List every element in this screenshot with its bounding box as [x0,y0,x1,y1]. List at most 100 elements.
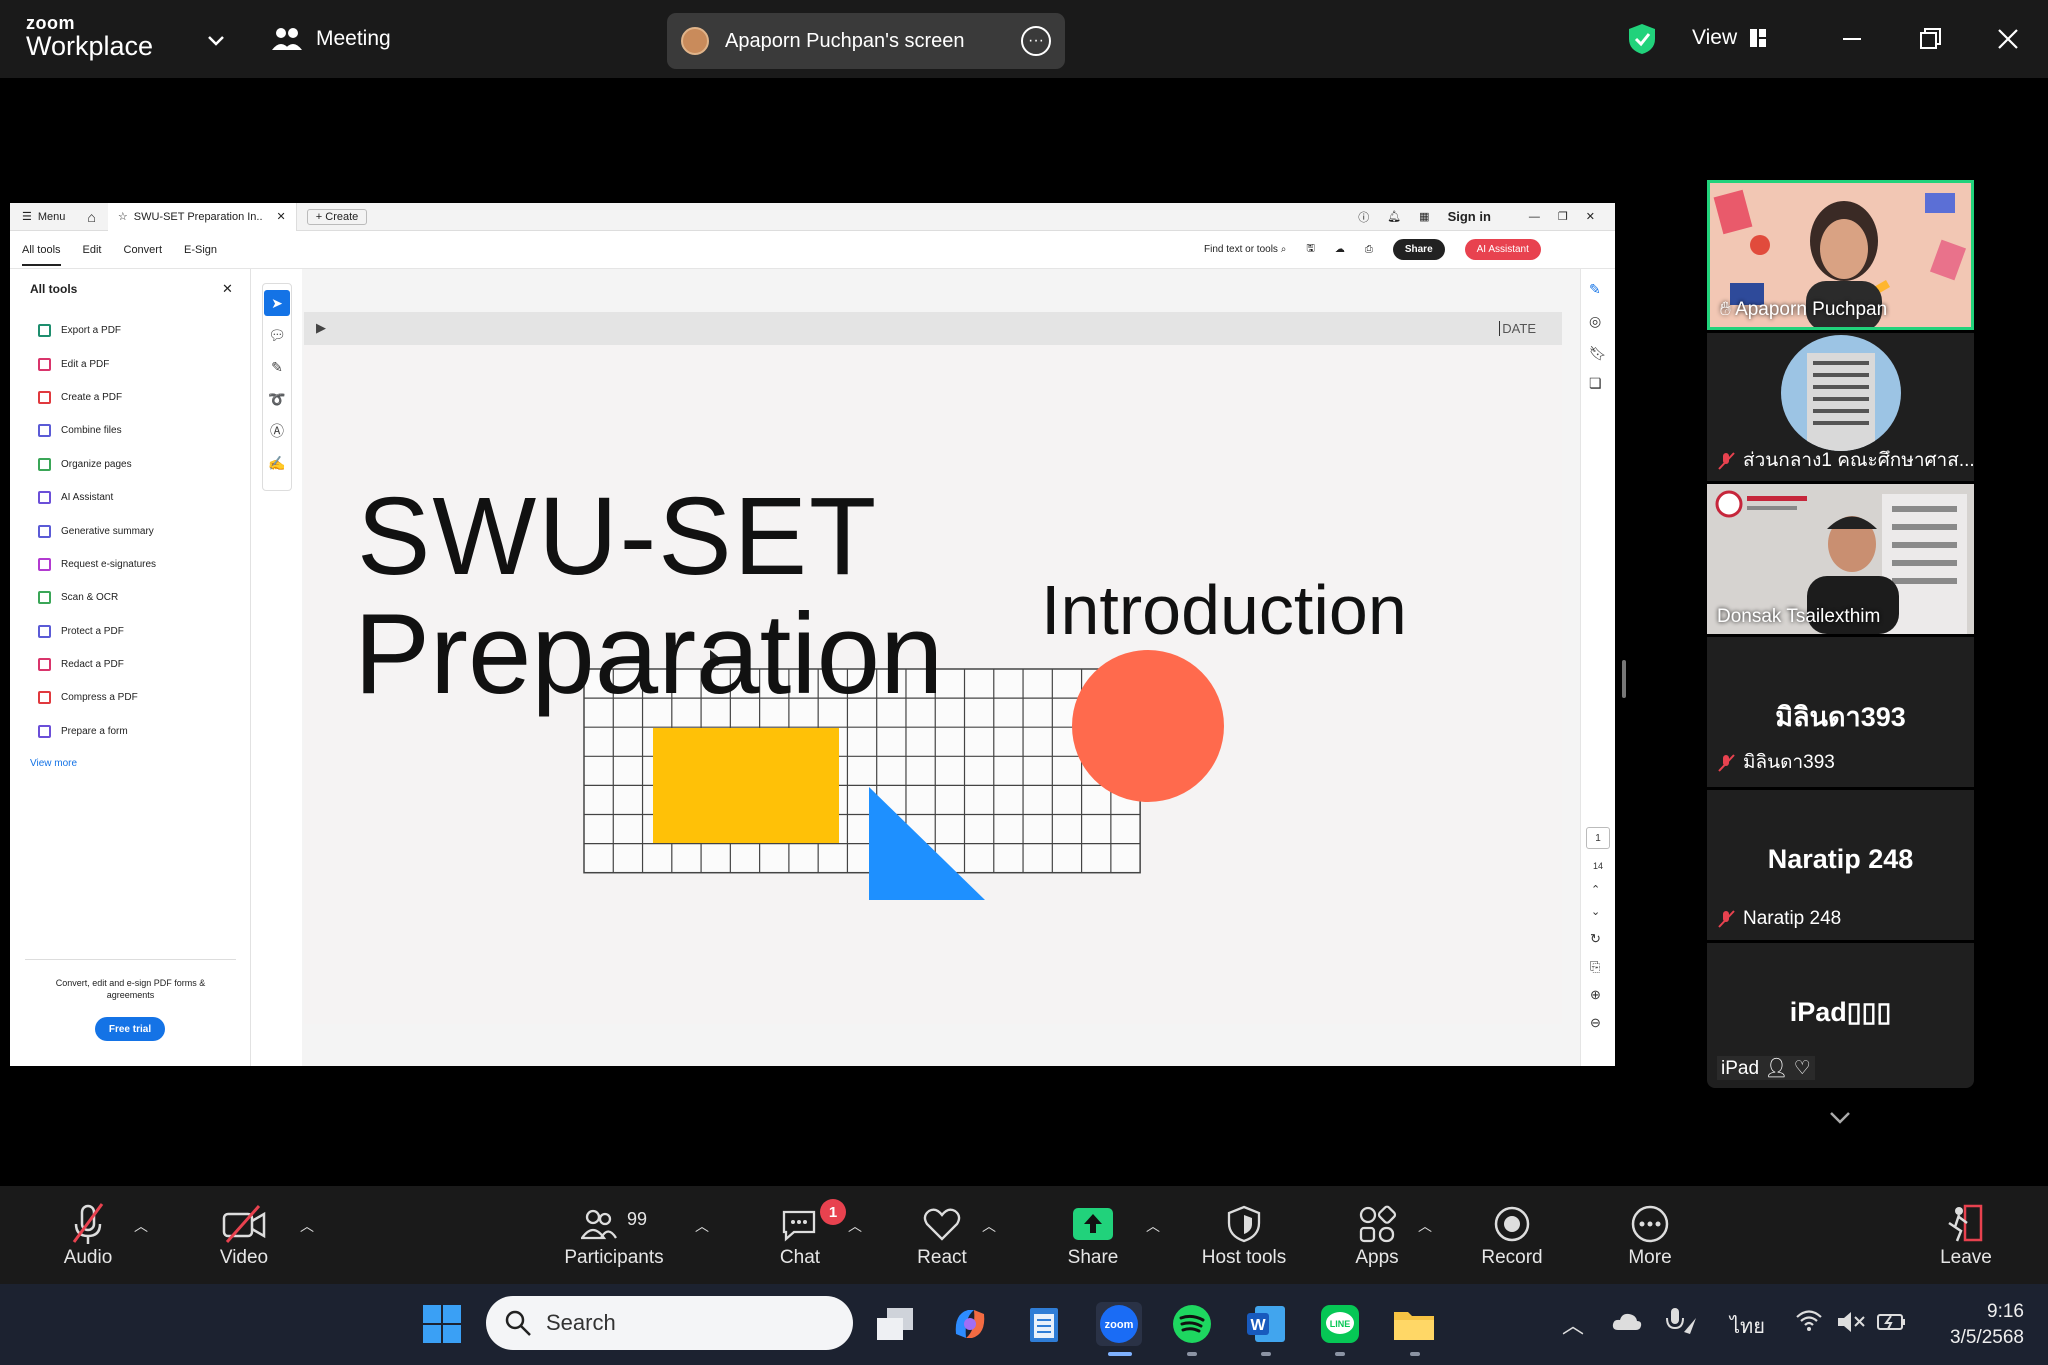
play-icon[interactable]: ▶ [316,320,326,336]
zoom-taskbar-icon[interactable]: zoom [1096,1302,1142,1346]
participants-button[interactable]: 99 Participants [556,1186,672,1284]
page-down-icon[interactable]: ⌄ [1591,905,1600,918]
tool-item[interactable]: Create a PDF [10,381,251,414]
tool-item[interactable]: Generative summary [10,514,251,547]
line-app-icon[interactable]: LINE [1318,1302,1362,1346]
audio-tile-naratip[interactable]: Naratip 248 Naratip 248 [1707,790,1974,940]
page-number-input[interactable]: 1 [1586,827,1610,849]
tool-item[interactable]: Edit a PDF [10,347,251,380]
ai-assistant-button[interactable]: AI Assistant [1464,239,1541,260]
acrobat-menu-button[interactable]: ☰ Menu [22,210,65,224]
onedrive-icon[interactable] [1612,1310,1642,1337]
bell-icon[interactable]: 🔔︎ [1387,210,1401,223]
tool-item[interactable]: Organize pages [10,448,251,481]
draw-freehand-icon[interactable]: ➰ [264,386,290,412]
audio-tile-milinda[interactable]: มิลินดา393 มิลินดา393 [1707,637,1974,787]
participants-caret-icon[interactable]: ︿ [695,1216,709,1236]
help-icon[interactable]: ⓘ [1358,209,1369,225]
menu-esign[interactable]: E-Sign [184,244,217,266]
restore-icon[interactable] [1913,22,1947,56]
spotify-icon[interactable] [1170,1302,1214,1346]
create-tab-button[interactable]: + Create [306,208,368,225]
wifi-icon[interactable] [1795,1308,1823,1337]
highlight-pen-icon[interactable]: ✎ [264,354,290,380]
chat-button[interactable]: 1 Chat [764,1186,846,1284]
chevron-down-icon[interactable] [204,28,228,52]
home-icon[interactable]: ⌂ [87,209,95,225]
audio-options-caret-icon[interactable]: ︿ [134,1216,148,1236]
apps-button[interactable]: Apps [1342,1186,1412,1284]
tool-item[interactable]: Redact a PDF [10,648,251,681]
menu-edit[interactable]: Edit [83,244,102,266]
tool-item[interactable]: AI Assistant [10,481,251,514]
tab-close-icon[interactable]: ✕ [277,210,286,223]
rail-bookmark-icon[interactable]: 🔖︎ [1589,345,1607,362]
page-up-icon[interactable]: ⌃ [1591,883,1600,896]
sign-icon[interactable]: ✍ [264,450,290,476]
tool-item[interactable]: Request e-signatures [10,548,251,581]
page-fit-icon[interactable]: ⎘ [1590,959,1600,975]
video-options-caret-icon[interactable]: ︿ [300,1216,314,1236]
minimize-icon[interactable] [1835,22,1869,56]
panel-close-icon[interactable]: ✕ [222,281,233,297]
find-field[interactable]: Find text or tools ⌕ [1204,244,1286,255]
notepad-icon[interactable] [1022,1302,1066,1346]
battery-charging-icon[interactable] [1876,1310,1908,1339]
leave-button[interactable]: Leave [1928,1186,2004,1284]
view-button[interactable]: View [1692,26,1767,50]
more-button[interactable]: More [1612,1186,1688,1284]
sign-in-link[interactable]: Sign in [1448,209,1491,224]
doc-maximize-icon[interactable]: ❐ [1558,210,1568,223]
apps-caret-icon[interactable]: ︿ [1418,1216,1432,1236]
tool-item[interactable]: Prepare a form [10,715,251,748]
chat-caret-icon[interactable]: ︿ [848,1216,862,1236]
menu-convert[interactable]: Convert [124,244,163,266]
taskbar-clock[interactable]: 9:16 3/5/2568 [1920,1299,2024,1351]
audio-button[interactable]: Audio [50,1186,126,1284]
video-tile-apaporn[interactable]: ✋︎ Apaporn Puchpan [1707,180,1974,330]
file-explorer-icon[interactable] [1392,1302,1436,1346]
acrobat-share-button[interactable]: Share [1392,239,1445,260]
print-icon[interactable]: ⎙ [1365,244,1373,255]
rail-comments-icon[interactable]: ◎ [1589,313,1601,330]
document-tab[interactable]: ☆ SWU-SET Preparation In.. ✕ [107,203,297,231]
video-button[interactable]: Video [206,1186,282,1284]
upload-cloud-icon[interactable]: ☁ [1335,244,1345,255]
apps-grid-icon[interactable]: ▦ [1419,210,1429,223]
word-icon[interactable]: W [1244,1302,1288,1346]
date-field[interactable]: DATE [1499,321,1536,336]
tool-item[interactable]: Compress a PDF [10,681,251,714]
free-trial-button[interactable]: Free trial [95,1017,165,1041]
select-cursor-icon[interactable]: ➤ [264,290,290,316]
tool-item[interactable]: Protect a PDF [10,615,251,648]
tool-item[interactable]: Combine files [10,414,251,447]
tray-expand-icon[interactable]: ︿ [1562,1308,1584,1340]
tool-item[interactable]: Export a PDF [10,314,251,347]
input-language[interactable]: ไทย [1730,1310,1765,1342]
doc-close-icon[interactable]: ✕ [1586,210,1595,223]
host-tools-button[interactable]: Host tools [1192,1186,1296,1284]
zoom-in-icon[interactable]: ⊕ [1590,987,1601,1003]
rail-edit-icon[interactable]: ✎ [1589,281,1601,298]
video-tile-central[interactable]: ส่วนกลาง1 คณะศึกษาศาส... [1707,333,1974,481]
save-icon[interactable]: 🖫 [1306,241,1315,258]
close-icon[interactable] [1991,22,2025,56]
panel-splitter-handle[interactable] [1622,660,1626,698]
record-button[interactable]: Record [1474,1186,1550,1284]
task-view-icon[interactable] [873,1302,917,1346]
rotate-icon[interactable]: ↻ [1590,931,1601,947]
zoom-out-icon[interactable]: ⊖ [1590,1015,1601,1031]
video-tile-donsak[interactable]: Donsak Tsailexthim [1707,484,1974,634]
share-screen-button[interactable]: Share [1056,1186,1130,1284]
more-options-icon[interactable]: ··· [1021,26,1051,56]
screen-share-indicator[interactable]: Apaporn Puchpan's screen ··· [667,13,1065,69]
meeting-menu[interactable]: Meeting [272,26,391,52]
share-caret-icon[interactable]: ︿ [1146,1216,1160,1236]
tool-item[interactable]: Scan & OCR [10,581,251,614]
view-more-link[interactable]: View more [30,758,77,769]
volume-muted-icon[interactable] [1836,1310,1866,1339]
react-button[interactable]: React [906,1186,978,1284]
text-box-icon[interactable]: Ⓐ [264,418,290,444]
windows-start-icon[interactable] [420,1302,464,1346]
react-caret-icon[interactable]: ︿ [982,1216,996,1236]
